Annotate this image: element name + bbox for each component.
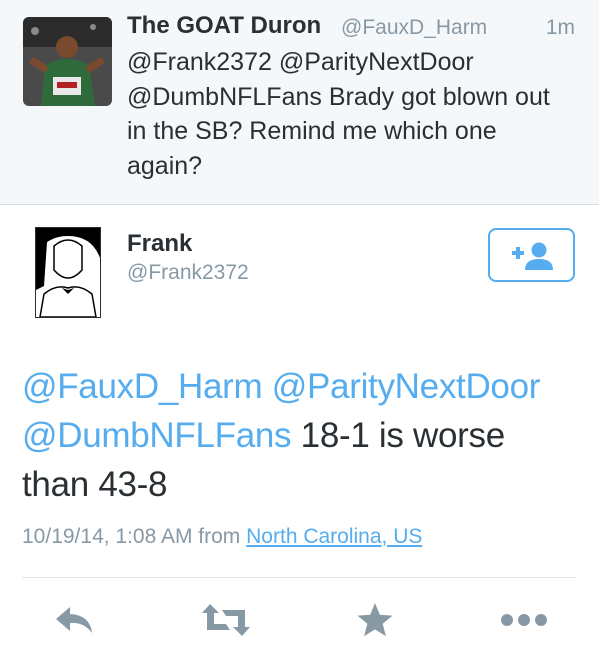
parent-author-name[interactable]: The GOAT Duron [127, 12, 321, 40]
mention-link[interactable]: @DumbNFLFans [22, 416, 292, 455]
parent-author-handle[interactable]: @FauxD_Harm [341, 16, 487, 40]
reply-button[interactable] [48, 598, 100, 642]
follow-button[interactable] [488, 228, 575, 282]
favorite-button[interactable] [352, 598, 398, 642]
favorite-icon [357, 603, 393, 637]
mention-link[interactable]: @ParityNextDoor [272, 367, 541, 406]
reply-icon [56, 607, 92, 633]
location-link[interactable]: North Carolina, US [246, 525, 422, 548]
parent-text-line: again? [127, 151, 203, 180]
parent-tweet[interactable]: The GOAT Duron @FauxD_Harm 1m @Frank2372… [0, 0, 599, 205]
author-handle[interactable]: @Frank2372 [127, 261, 249, 285]
tweet-body-text: 18-1 is worse [291, 416, 506, 455]
parent-text-line: @DumbNFLFans Brady got blown out [127, 82, 550, 111]
tweet-timestamp: 10/19/14, 1:08 AM from [22, 525, 247, 548]
action-bar [0, 578, 599, 664]
retweet-button[interactable] [198, 598, 254, 642]
mention-link[interactable]: @FauxD_Harm [22, 367, 263, 406]
tweet-body-text: than 43-8 [22, 465, 168, 504]
parent-tweet-text: @Frank2372 @ParityNextDoor @DumbNFLFans … [127, 45, 582, 183]
parent-avatar[interactable] [23, 17, 112, 106]
follow-user-icon [511, 242, 553, 270]
author-name[interactable]: Frank [127, 230, 192, 258]
retweet-icon [202, 604, 250, 636]
parent-text-line: @Frank2372 @ParityNextDoor [127, 48, 474, 76]
more-icon [501, 614, 547, 626]
tweet-meta: 10/19/14, 1:08 AM from North Carolina, U… [22, 525, 422, 549]
parent-text-line: in the SB? Remind me which one [127, 117, 497, 145]
more-button[interactable] [496, 598, 552, 642]
parent-timestamp: 1m [545, 16, 575, 39]
author-avatar[interactable] [35, 227, 101, 318]
tweet-text: @FauxD_Harm @ParityNextDoor @DumbNFLFans… [22, 362, 577, 509]
